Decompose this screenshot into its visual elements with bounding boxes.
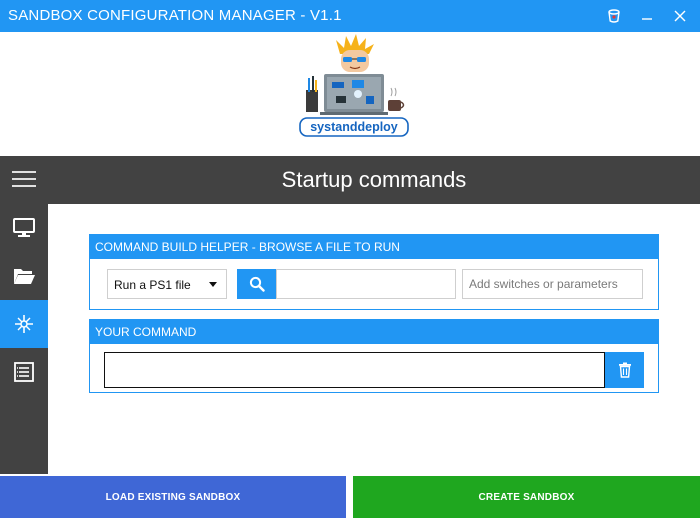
command-input[interactable] [104, 352, 605, 388]
sidebar-item-startup-commands[interactable] [0, 300, 48, 348]
chevron-down-icon [209, 282, 217, 287]
create-sandbox-button[interactable]: CREATE SANDBOX [353, 476, 700, 518]
sidebar-item-logs[interactable] [0, 348, 48, 396]
sidebar-item-folders[interactable] [0, 252, 48, 300]
startup-icon [15, 315, 33, 333]
command-build-helper-panel: COMMAND BUILD HELPER - BROWSE A FILE TO … [89, 234, 659, 310]
file-path-input[interactable] [276, 269, 456, 299]
command-type-value: Run a PS1 file [114, 278, 191, 292]
systanddeploy-logo: systanddeploy [296, 34, 412, 138]
list-icon [14, 362, 34, 382]
monitor-icon [13, 218, 35, 237]
window-title: SANDBOX CONFIGURATION MANAGER - V1.1 [8, 7, 342, 24]
browse-file-button[interactable] [237, 269, 276, 299]
search-icon [249, 276, 265, 292]
trash-icon [618, 362, 631, 378]
command-build-helper-header: COMMAND BUILD HELPER - BROWSE A FILE TO … [90, 235, 658, 259]
page-header: Startup commands [0, 156, 700, 204]
folder-open-icon [14, 269, 35, 284]
command-type-select[interactable]: Run a PS1 file [107, 269, 227, 299]
your-command-header: YOUR COMMAND [90, 320, 658, 344]
close-icon[interactable] [670, 6, 690, 26]
page-title: Startup commands [281, 167, 467, 192]
hamburger-menu-icon[interactable] [12, 171, 36, 189]
your-command-panel: YOUR COMMAND [89, 319, 659, 393]
sidebar-item-general[interactable] [0, 204, 48, 252]
delete-command-button[interactable] [605, 352, 644, 388]
bucket-icon[interactable] [604, 6, 624, 26]
minimize-icon[interactable] [637, 6, 657, 26]
logo-text: systanddeploy [310, 120, 398, 134]
sidebar [0, 204, 48, 474]
title-bar: SANDBOX CONFIGURATION MANAGER - V1.1 [0, 0, 700, 32]
parameters-input[interactable]: Add switches or parameters [462, 269, 643, 299]
load-existing-sandbox-button[interactable]: LOAD EXISTING SANDBOX [0, 476, 346, 518]
